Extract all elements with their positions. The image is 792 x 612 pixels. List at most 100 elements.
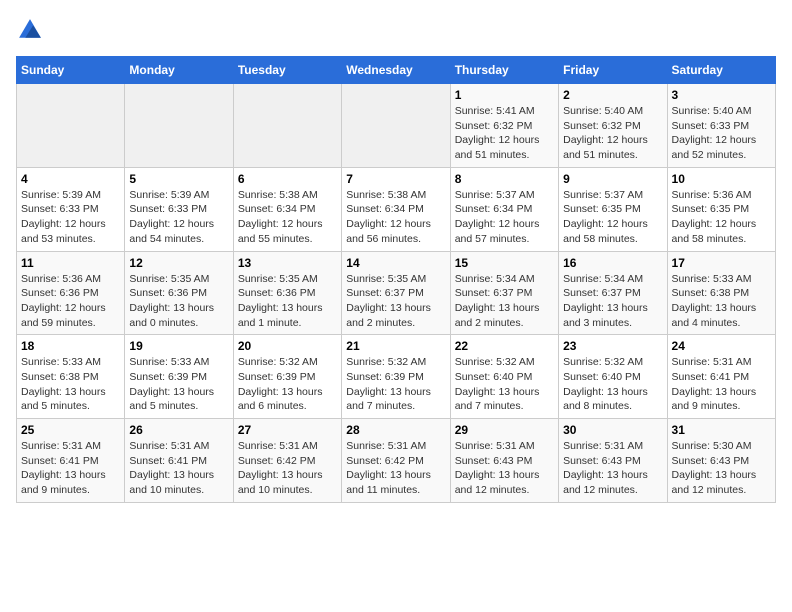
logo xyxy=(16,16,48,44)
calendar-cell: 30 Sunrise: 5:31 AMSunset: 6:43 PMDayligh… xyxy=(559,419,667,503)
cell-content: Sunrise: 5:38 AMSunset: 6:34 PMDaylight:… xyxy=(238,188,337,247)
cell-content: Sunrise: 5:41 AMSunset: 6:32 PMDaylight:… xyxy=(455,104,554,163)
cell-content: Sunrise: 5:40 AMSunset: 6:33 PMDaylight:… xyxy=(672,104,771,163)
calendar-week: 18 Sunrise: 5:33 AMSunset: 6:38 PMDayligh… xyxy=(17,335,776,419)
day-number: 31 xyxy=(672,423,771,437)
cell-content: Sunrise: 5:33 AMSunset: 6:38 PMDaylight:… xyxy=(21,355,120,414)
calendar-cell: 28 Sunrise: 5:31 AMSunset: 6:42 PMDayligh… xyxy=(342,419,450,503)
weekday-header: Saturday xyxy=(667,57,775,84)
calendar-cell: 7Sunrise: 5:38 AMSunset: 6:34 PMDaylight… xyxy=(342,167,450,251)
calendar-cell xyxy=(233,84,341,168)
cell-content: Sunrise: 5:36 AMSunset: 6:36 PMDaylight:… xyxy=(21,272,120,331)
cell-content: Sunrise: 5:32 AMSunset: 6:39 PMDaylight:… xyxy=(238,355,337,414)
day-number: 30 xyxy=(563,423,662,437)
calendar-cell: 1 Sunrise: 5:41 AMSunset: 6:32 PMDaylight… xyxy=(450,84,558,168)
weekday-header: Tuesday xyxy=(233,57,341,84)
calendar-week: 11 Sunrise: 5:36 AMSunset: 6:36 PMDayligh… xyxy=(17,251,776,335)
day-number: 12 xyxy=(129,256,228,270)
cell-content: Sunrise: 5:40 AMSunset: 6:32 PMDaylight:… xyxy=(563,104,662,163)
calendar-cell: 2Sunrise: 5:40 AMSunset: 6:32 PMDaylight… xyxy=(559,84,667,168)
cell-content: Sunrise: 5:37 AMSunset: 6:34 PMDaylight:… xyxy=(455,188,554,247)
calendar-cell: 29Sunrise: 5:31 AMSunset: 6:43 PMDayligh… xyxy=(450,419,558,503)
weekday-header: Friday xyxy=(559,57,667,84)
weekday-header: Monday xyxy=(125,57,233,84)
cell-content: Sunrise: 5:31 AMSunset: 6:41 PMDaylight:… xyxy=(129,439,228,498)
calendar-cell: 10 Sunrise: 5:36 AMSunset: 6:35 PMDayligh… xyxy=(667,167,775,251)
calendar-table: SundayMondayTuesdayWednesdayThursdayFrid… xyxy=(16,56,776,503)
cell-content: Sunrise: 5:31 AMSunset: 6:43 PMDaylight:… xyxy=(563,439,662,498)
day-number: 18 xyxy=(21,339,120,353)
day-number: 22 xyxy=(455,339,554,353)
cell-content: Sunrise: 5:32 AMSunset: 6:40 PMDaylight:… xyxy=(455,355,554,414)
day-number: 4 xyxy=(21,172,120,186)
calendar-cell: 17 Sunrise: 5:33 AMSunset: 6:38 PMDayligh… xyxy=(667,251,775,335)
calendar-week: 4 Sunrise: 5:39 AMSunset: 6:33 PMDaylight… xyxy=(17,167,776,251)
cell-content: Sunrise: 5:30 AMSunset: 6:43 PMDaylight:… xyxy=(672,439,771,498)
calendar-cell: 20 Sunrise: 5:32 AMSunset: 6:39 PMDayligh… xyxy=(233,335,341,419)
day-number: 16 xyxy=(563,256,662,270)
calendar-cell: 22 Sunrise: 5:32 AMSunset: 6:40 PMDayligh… xyxy=(450,335,558,419)
day-number: 20 xyxy=(238,339,337,353)
cell-content: Sunrise: 5:37 AMSunset: 6:35 PMDaylight:… xyxy=(563,188,662,247)
calendar-cell: 18 Sunrise: 5:33 AMSunset: 6:38 PMDayligh… xyxy=(17,335,125,419)
calendar-cell: 3 Sunrise: 5:40 AMSunset: 6:33 PMDaylight… xyxy=(667,84,775,168)
calendar-header: SundayMondayTuesdayWednesdayThursdayFrid… xyxy=(17,57,776,84)
weekday-header: Wednesday xyxy=(342,57,450,84)
calendar-cell: 27 Sunrise: 5:31 AMSunset: 6:42 PMDayligh… xyxy=(233,419,341,503)
calendar-cell: 11 Sunrise: 5:36 AMSunset: 6:36 PMDayligh… xyxy=(17,251,125,335)
calendar-cell: 24Sunrise: 5:31 AMSunset: 6:41 PMDayligh… xyxy=(667,335,775,419)
day-number: 3 xyxy=(672,88,771,102)
cell-content: Sunrise: 5:35 AMSunset: 6:36 PMDaylight:… xyxy=(238,272,337,331)
calendar-cell: 26 Sunrise: 5:31 AMSunset: 6:41 PMDayligh… xyxy=(125,419,233,503)
calendar-cell xyxy=(125,84,233,168)
cell-content: Sunrise: 5:33 AMSunset: 6:38 PMDaylight:… xyxy=(672,272,771,331)
calendar-cell: 31 Sunrise: 5:30 AMSunset: 6:43 PMDayligh… xyxy=(667,419,775,503)
day-number: 11 xyxy=(21,256,120,270)
calendar-cell: 8 Sunrise: 5:37 AMSunset: 6:34 PMDaylight… xyxy=(450,167,558,251)
cell-content: Sunrise: 5:39 AMSunset: 6:33 PMDaylight:… xyxy=(129,188,228,247)
day-number: 9 xyxy=(563,172,662,186)
cell-content: Sunrise: 5:35 AMSunset: 6:37 PMDaylight:… xyxy=(346,272,445,331)
day-number: 7 xyxy=(346,172,445,186)
day-number: 5 xyxy=(129,172,228,186)
day-number: 1 xyxy=(455,88,554,102)
cell-content: Sunrise: 5:31 AMSunset: 6:41 PMDaylight:… xyxy=(672,355,771,414)
cell-content: Sunrise: 5:32 AMSunset: 6:40 PMDaylight:… xyxy=(563,355,662,414)
page-header xyxy=(16,16,776,44)
calendar-cell: 25Sunrise: 5:31 AMSunset: 6:41 PMDayligh… xyxy=(17,419,125,503)
calendar-cell: 21 Sunrise: 5:32 AMSunset: 6:39 PMDayligh… xyxy=(342,335,450,419)
cell-content: Sunrise: 5:34 AMSunset: 6:37 PMDaylight:… xyxy=(455,272,554,331)
day-number: 26 xyxy=(129,423,228,437)
calendar-cell: 16 Sunrise: 5:34 AMSunset: 6:37 PMDayligh… xyxy=(559,251,667,335)
cell-content: Sunrise: 5:35 AMSunset: 6:36 PMDaylight:… xyxy=(129,272,228,331)
cell-content: Sunrise: 5:34 AMSunset: 6:37 PMDaylight:… xyxy=(563,272,662,331)
cell-content: Sunrise: 5:32 AMSunset: 6:39 PMDaylight:… xyxy=(346,355,445,414)
calendar-cell: 15Sunrise: 5:34 AMSunset: 6:37 PMDayligh… xyxy=(450,251,558,335)
day-number: 23 xyxy=(563,339,662,353)
cell-content: Sunrise: 5:31 AMSunset: 6:42 PMDaylight:… xyxy=(346,439,445,498)
calendar-cell: 23 Sunrise: 5:32 AMSunset: 6:40 PMDayligh… xyxy=(559,335,667,419)
calendar-cell xyxy=(342,84,450,168)
logo-icon xyxy=(16,16,44,44)
day-number: 28 xyxy=(346,423,445,437)
day-number: 21 xyxy=(346,339,445,353)
day-number: 14 xyxy=(346,256,445,270)
calendar-cell: 13 Sunrise: 5:35 AMSunset: 6:36 PMDayligh… xyxy=(233,251,341,335)
day-number: 19 xyxy=(129,339,228,353)
calendar-cell: 19Sunrise: 5:33 AMSunset: 6:39 PMDayligh… xyxy=(125,335,233,419)
cell-content: Sunrise: 5:39 AMSunset: 6:33 PMDaylight:… xyxy=(21,188,120,247)
weekday-header: Thursday xyxy=(450,57,558,84)
cell-content: Sunrise: 5:31 AMSunset: 6:43 PMDaylight:… xyxy=(455,439,554,498)
calendar-cell: 9 Sunrise: 5:37 AMSunset: 6:35 PMDaylight… xyxy=(559,167,667,251)
day-number: 17 xyxy=(672,256,771,270)
weekday-header: Sunday xyxy=(17,57,125,84)
day-number: 8 xyxy=(455,172,554,186)
day-number: 13 xyxy=(238,256,337,270)
calendar-week: 25 Sunrise: 5:31 AMSunset: 6:41 PMDayligh… xyxy=(17,419,776,503)
day-number: 27 xyxy=(238,423,337,437)
day-number: 10 xyxy=(672,172,771,186)
cell-content: Sunrise: 5:36 AMSunset: 6:35 PMDaylight:… xyxy=(672,188,771,247)
day-number: 25 xyxy=(21,423,120,437)
calendar-cell: 12 Sunrise: 5:35 AMSunset: 6:36 PMDayligh… xyxy=(125,251,233,335)
cell-content: Sunrise: 5:31 AMSunset: 6:42 PMDaylight:… xyxy=(238,439,337,498)
